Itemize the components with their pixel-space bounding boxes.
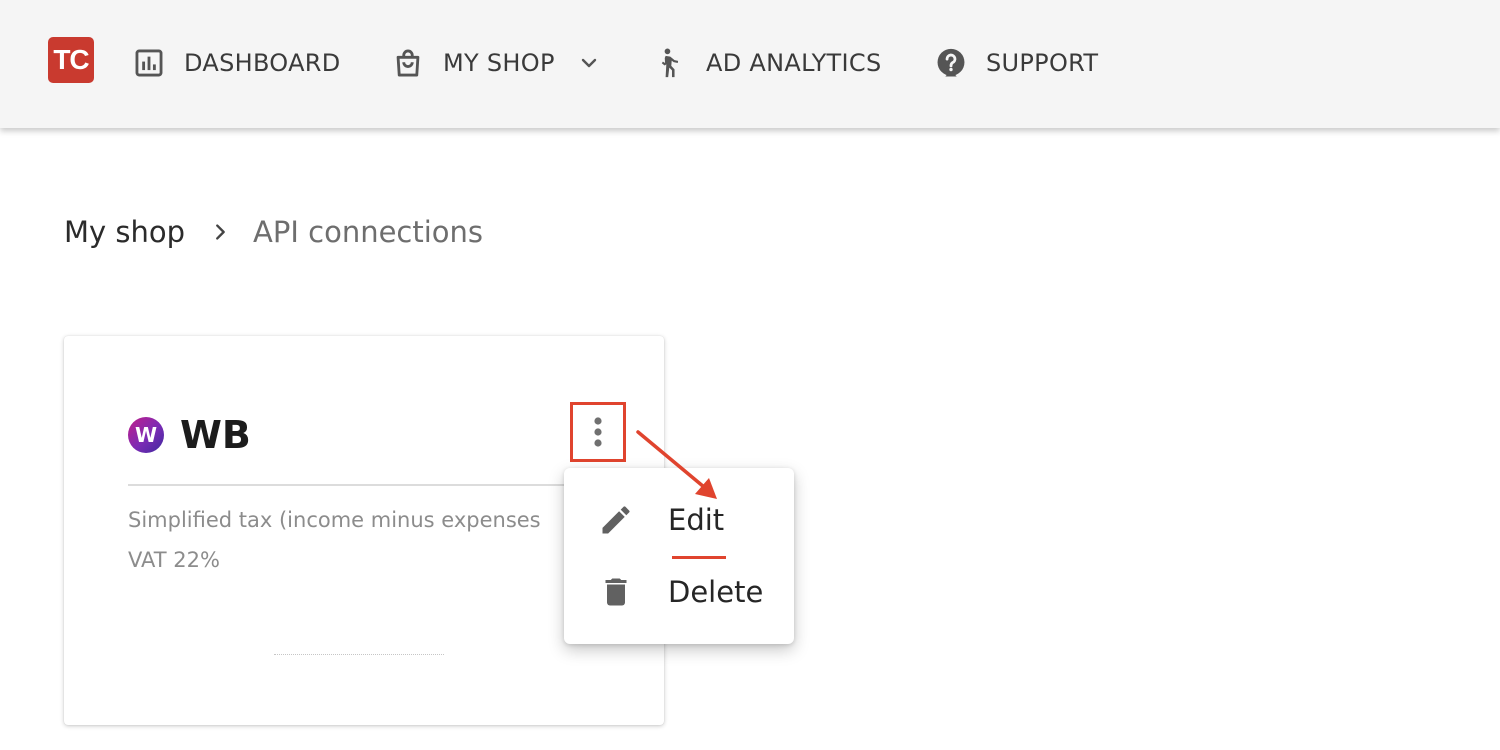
chevron-right-icon xyxy=(209,221,231,243)
trash-icon xyxy=(596,572,636,612)
chevron-down-icon xyxy=(577,51,601,75)
help-circle-icon xyxy=(934,46,968,80)
menu-item-edit[interactable]: Edit xyxy=(564,490,794,559)
nav-label-ad-analytics: AD ANALYTICS xyxy=(706,49,882,77)
shopping-bag-icon xyxy=(391,46,425,80)
nav-label-my-shop: MY SHOP xyxy=(443,49,555,77)
nav-item-ad-analytics[interactable]: AD ANALYTICS xyxy=(654,40,882,86)
more-vertical-icon xyxy=(592,414,604,450)
menu-item-delete[interactable]: Delete xyxy=(564,562,794,622)
breadcrumb: My shop API connections xyxy=(64,212,483,252)
tax-regime-text: Simplified tax (income minus expenses xyxy=(128,508,541,532)
more-options-button[interactable] xyxy=(570,402,626,462)
nav-label-dashboard: DASHBOARD xyxy=(184,49,341,77)
vat-text: VAT 22% xyxy=(128,548,220,572)
card-options-menu: Edit Delete xyxy=(564,468,794,644)
person-walking-icon xyxy=(654,46,688,80)
menu-label-edit: Edit xyxy=(668,503,725,537)
breadcrumb-my-shop[interactable]: My shop xyxy=(64,215,185,249)
edit-annotation-underline xyxy=(672,556,726,559)
top-nav-bar: TC DASHBOARD MY SHOP AD ANALYTICS SUPPOR… xyxy=(0,0,1500,128)
nav-item-my-shop[interactable]: MY SHOP xyxy=(391,40,601,86)
menu-label-delete: Delete xyxy=(668,575,764,609)
nav-label-support: SUPPORT xyxy=(986,49,1099,77)
wildberries-logo-icon: W xyxy=(128,417,164,453)
pencil-icon xyxy=(596,500,636,540)
bar-chart-icon xyxy=(132,46,166,80)
app-logo[interactable]: TC xyxy=(48,37,94,83)
obscured-text-line xyxy=(274,654,444,658)
breadcrumb-api-connections: API connections xyxy=(253,215,484,249)
nav-item-support[interactable]: SUPPORT xyxy=(934,40,1098,86)
nav-item-dashboard[interactable]: DASHBOARD xyxy=(132,40,341,86)
card-title: WB xyxy=(180,413,251,457)
